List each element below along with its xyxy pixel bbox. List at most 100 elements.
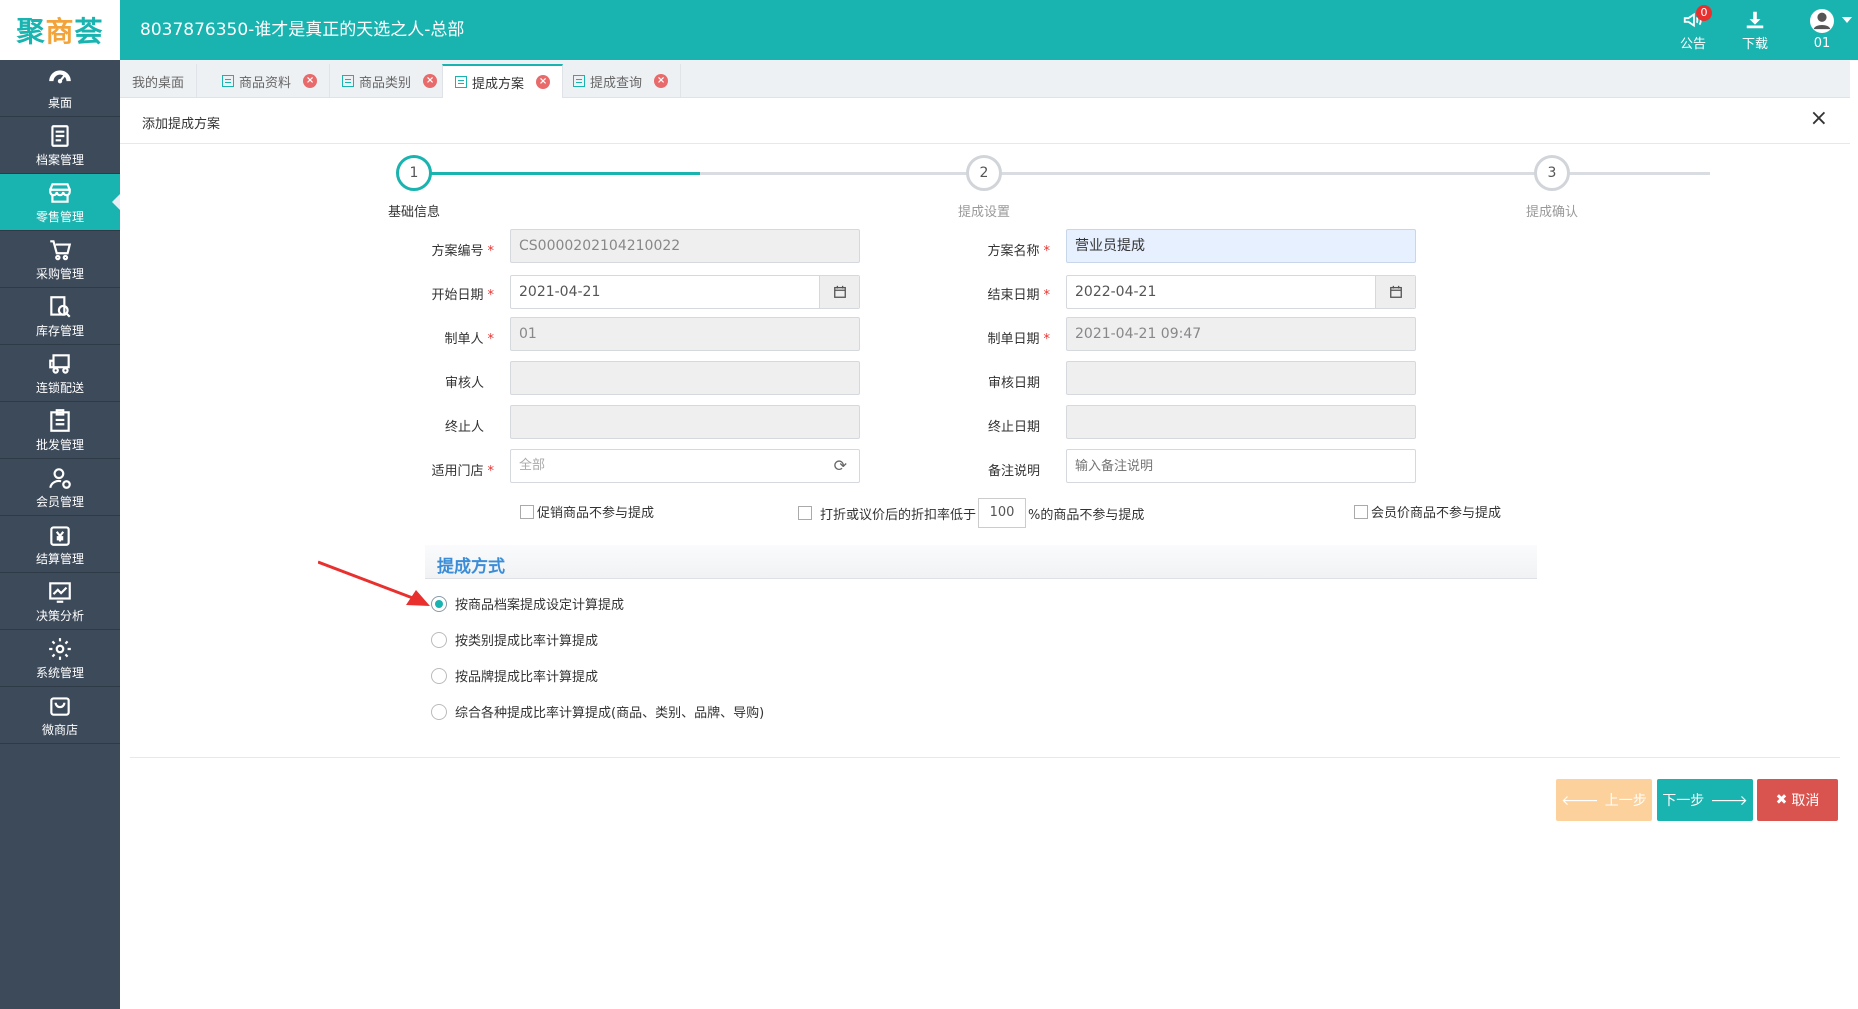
tab-commission-plan[interactable]: 提成方案 × bbox=[442, 64, 564, 98]
plan-name-label: 方案名称 * bbox=[987, 244, 1050, 259]
document-icon bbox=[222, 75, 234, 87]
checkbox-box bbox=[1354, 504, 1368, 519]
tab-product-info[interactable]: 商品资料 × bbox=[210, 64, 331, 98]
method-label: 按品牌提成比率计算提成 bbox=[455, 670, 599, 685]
store-icon bbox=[49, 182, 71, 203]
download-button[interactable]: 下载 bbox=[1724, 0, 1786, 60]
method-label: 按商品档案提成设定计算提成 bbox=[455, 598, 625, 613]
stopper-label: 终止人 bbox=[444, 420, 484, 435]
tab-product-category[interactable]: 商品类别 × bbox=[330, 64, 451, 98]
refresh-icon[interactable]: ⟳ bbox=[834, 458, 847, 474]
notice-button[interactable]: 公告 0 bbox=[1662, 0, 1724, 60]
cart-icon bbox=[50, 239, 72, 260]
method-radio-product-archive[interactable]: 按商品档案提成设定计算提成 bbox=[431, 594, 624, 613]
logo-text: 聚商荟 bbox=[16, 15, 104, 48]
sidebar-item-analysis[interactable]: 决策分析 bbox=[0, 573, 120, 630]
footer-divider bbox=[130, 757, 1840, 758]
add-commission-plan-panel: 添加提成方案 × 1 2 3 基础信息 提成设置 提成确认 方案编号 * CS00… bbox=[120, 98, 1850, 1009]
arrow-right-icon: 🡒 bbox=[1710, 792, 1748, 809]
next-step-button[interactable]: 下一步 🡒 bbox=[1657, 779, 1753, 821]
discount-prefix: 打折或议价后的折扣率低于 bbox=[820, 507, 977, 523]
maker-field: 01 bbox=[510, 317, 860, 351]
sidebar-item-label: 库存管理 bbox=[35, 323, 84, 338]
commission-method-section: 提成方式 bbox=[425, 545, 1537, 579]
sidebar-item-inventory[interactable]: 库存管理 bbox=[0, 288, 120, 345]
dashboard-icon bbox=[49, 69, 71, 83]
auditor-label: 审核人 bbox=[444, 376, 484, 391]
close-icon[interactable]: × bbox=[1810, 108, 1828, 130]
start-date-label: 开始日期 * bbox=[431, 288, 494, 303]
method-radio-category[interactable]: 按类别提成比率计算提成 bbox=[431, 630, 598, 649]
radio-dot bbox=[431, 631, 447, 648]
tab-commission-query[interactable]: 提成查询 × bbox=[561, 64, 682, 98]
arrow-left-icon: 🡐 bbox=[1561, 792, 1599, 809]
logo[interactable]: 聚商荟 bbox=[0, 0, 120, 60]
tab-label: 我的桌面 bbox=[132, 75, 185, 91]
plan-name-field[interactable]: 营业员提成 bbox=[1066, 229, 1416, 263]
start-date-value: 2021-04-21 bbox=[519, 284, 601, 300]
sidebar-item-desktop[interactable]: 桌面 bbox=[0, 60, 120, 117]
sidebar-item-member[interactable]: 会员管理 bbox=[0, 459, 120, 516]
sidebar-item-wholesale[interactable]: 批发管理 bbox=[0, 402, 120, 459]
step-1-label: 基础信息 bbox=[387, 205, 440, 220]
discount-exclude-checkbox[interactable]: 打折或议价后的折扣率低于 100 %的商品不参与提成 bbox=[798, 498, 1144, 528]
sidebar-item-label: 采购管理 bbox=[35, 266, 84, 281]
discount-rate-input[interactable]: 100 bbox=[978, 498, 1027, 528]
end-date-value: 2022-04-21 bbox=[1075, 284, 1157, 300]
download-label: 下载 bbox=[1741, 36, 1768, 52]
discount-suffix: %的商品不参与提成 bbox=[1028, 507, 1145, 523]
sidebar-item-purchase[interactable]: 采购管理 bbox=[0, 231, 120, 288]
remark-input[interactable] bbox=[1066, 449, 1416, 483]
top-bar: 聚商荟 8037876350-谁才是真正的天选之人-总部 公告 0 下载 01 bbox=[0, 0, 1858, 60]
plan-code-label: 方案编号 * bbox=[431, 244, 494, 259]
sidebar-item-settlement[interactable]: 结算管理 bbox=[0, 516, 120, 573]
sidebar-item-label: 决策分析 bbox=[35, 608, 84, 623]
method-label: 综合各种提成比率计算提成(商品、类别、品牌、导购) bbox=[455, 706, 765, 721]
document-icon bbox=[342, 75, 354, 87]
method-radio-brand[interactable]: 按品牌提成比率计算提成 bbox=[431, 666, 598, 685]
sidebar-item-microshop[interactable]: 微商店 bbox=[0, 687, 120, 744]
plan-code-field: CS0000202104210022 bbox=[510, 229, 860, 263]
close-tab-icon[interactable]: × bbox=[654, 74, 669, 88]
sidebar-item-label: 结算管理 bbox=[35, 551, 84, 566]
sidebar-item-archive[interactable]: 档案管理 bbox=[0, 117, 120, 174]
end-calendar-button[interactable] bbox=[1375, 276, 1415, 308]
start-calendar-button[interactable] bbox=[819, 276, 859, 308]
store-value: 全部 bbox=[519, 458, 546, 473]
close-tab-icon[interactable]: × bbox=[536, 75, 551, 89]
step-2-circle: 2 bbox=[966, 155, 1002, 191]
method-radio-combined[interactable]: 综合各种提成比率计算提成(商品、类别、品牌、导购) bbox=[431, 702, 764, 721]
step-3-circle: 3 bbox=[1534, 155, 1570, 191]
auditor-field bbox=[510, 361, 860, 395]
sidebar-item-retail[interactable]: 零售管理 bbox=[0, 174, 120, 231]
truck-icon bbox=[49, 353, 70, 374]
remark-label: 备注说明 bbox=[987, 464, 1040, 479]
prev-step-button[interactable]: 🡐 上一步 bbox=[1556, 779, 1652, 821]
yen-icon bbox=[50, 525, 70, 546]
tab-label: 提成查询 bbox=[590, 75, 643, 91]
start-date-field[interactable]: 2021-04-21 bbox=[510, 275, 860, 309]
calendar-icon bbox=[1389, 285, 1402, 298]
panel-title: 添加提成方案 bbox=[142, 117, 221, 132]
audit-date-field bbox=[1066, 361, 1416, 395]
end-date-field[interactable]: 2022-04-21 bbox=[1066, 275, 1416, 309]
sidebar-item-label: 会员管理 bbox=[35, 494, 84, 509]
tab-my-desktop[interactable]: 我的桌面 bbox=[120, 64, 198, 98]
sidebar-item-label: 连锁配送 bbox=[35, 380, 84, 395]
sidebar-item-label: 档案管理 bbox=[35, 152, 84, 167]
close-tab-icon[interactable]: × bbox=[423, 74, 438, 88]
store-selector[interactable]: 全部 ⟳ bbox=[510, 449, 860, 483]
cancel-button[interactable]: ✖ 取消 bbox=[1757, 779, 1838, 821]
method-label: 按类别提成比率计算提成 bbox=[455, 634, 599, 649]
sidebar-item-delivery[interactable]: 连锁配送 bbox=[0, 345, 120, 402]
document-icon bbox=[455, 76, 467, 88]
user-menu[interactable]: 01 bbox=[1786, 0, 1858, 60]
sidebar-item-system[interactable]: 系统管理 bbox=[0, 630, 120, 687]
promo-exclude-checkbox[interactable]: 促销商品不参与提成 bbox=[520, 502, 654, 521]
next-step-label: 下一步 bbox=[1662, 793, 1705, 809]
sidebar-item-label: 微商店 bbox=[41, 722, 78, 737]
member-price-exclude-checkbox[interactable]: 会员价商品不参与提成 bbox=[1354, 502, 1501, 521]
notice-count-badge: 0 bbox=[1696, 5, 1712, 21]
calendar-icon bbox=[833, 285, 846, 298]
close-tab-icon[interactable]: × bbox=[303, 74, 318, 88]
